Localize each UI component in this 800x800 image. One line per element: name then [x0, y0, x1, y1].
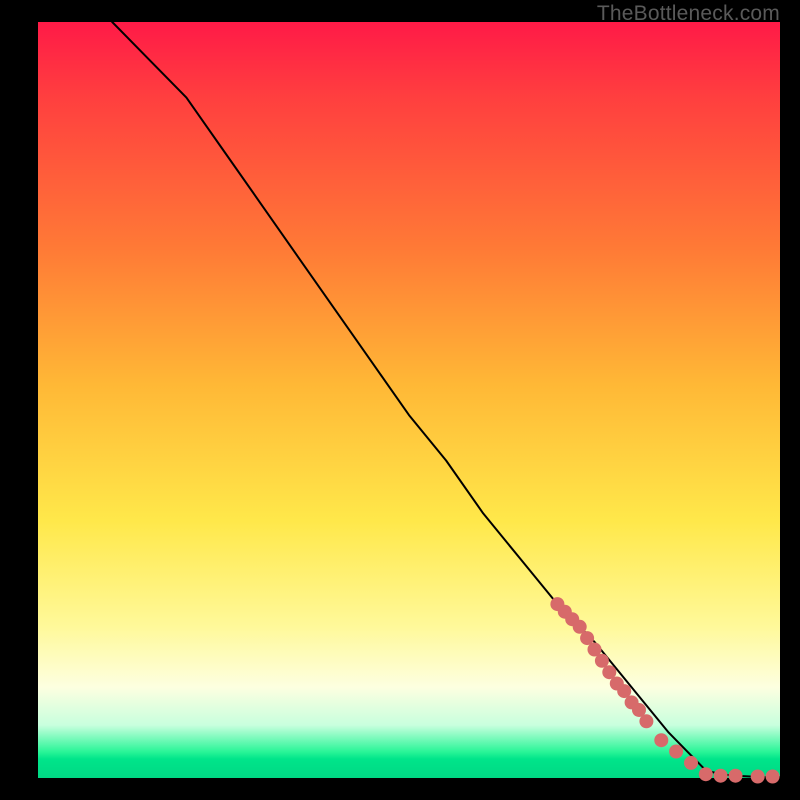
plot-area	[38, 22, 780, 778]
marker-point	[729, 769, 743, 783]
curve-line	[112, 22, 780, 777]
marker-point	[714, 769, 728, 783]
marker-point	[669, 745, 683, 759]
marker-point	[766, 770, 780, 784]
marker-point	[751, 770, 765, 784]
marker-point	[684, 756, 698, 770]
chart-frame: TheBottleneck.com	[0, 0, 800, 800]
chart-svg	[38, 22, 780, 778]
marker-group	[550, 597, 779, 783]
marker-point	[699, 767, 713, 781]
marker-point	[654, 733, 668, 747]
marker-point	[639, 714, 653, 728]
